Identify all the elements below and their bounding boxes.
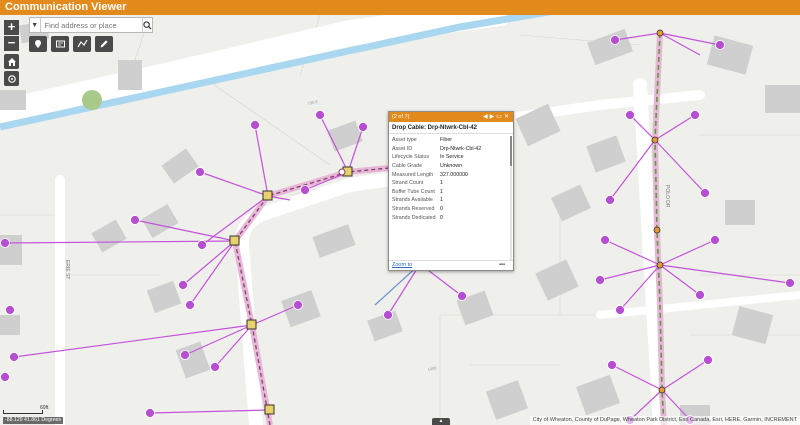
collapse-panel-button[interactable]: ▲ xyxy=(432,418,450,425)
layers-tool-button[interactable] xyxy=(51,36,69,52)
scale-label: 60ft xyxy=(40,405,49,411)
trace-tool-button[interactable] xyxy=(73,36,91,52)
popup-scrollbar[interactable] xyxy=(510,136,512,260)
attribute-value: Fiber xyxy=(440,137,453,144)
attribute-row: Strands Dedicated 0 xyxy=(392,213,508,222)
app-title-bar: Communication Viewer xyxy=(0,0,800,15)
street-label-a: 730 E xyxy=(307,99,319,106)
attribute-value: Drp-Ntwrk-Cbl-42 xyxy=(440,145,482,152)
locate-button[interactable] xyxy=(4,71,19,86)
attribute-row: Strand Count 1 xyxy=(392,179,508,188)
chevron-down-icon: ▼ xyxy=(31,21,39,29)
zoom-in-button[interactable]: + xyxy=(4,20,19,35)
attribute-row: Asset ID Drp-Ntwrk-Cbl-42 xyxy=(392,145,508,154)
attribute-value: 1 xyxy=(440,197,443,204)
attribute-key: Strands Dedicated xyxy=(392,214,436,221)
pencil-icon xyxy=(100,40,108,48)
trace-icon xyxy=(76,39,88,48)
attribute-value: 0 xyxy=(440,206,443,213)
street-label-b: 1406 xyxy=(427,365,438,372)
attribute-key: Strand Count xyxy=(392,180,424,187)
dock-icon[interactable]: ▭ xyxy=(496,114,504,120)
attribute-value: In Service xyxy=(440,154,464,161)
street-label-polo: POLO DR xyxy=(664,185,670,208)
home-icon xyxy=(7,57,16,66)
attribute-key: Asset type xyxy=(392,137,417,144)
popup-title: Drop Cable: Drp-Ntwrk-Cbl-42 xyxy=(389,122,513,134)
pin-icon xyxy=(35,40,41,48)
zoom-to-link[interactable]: Zoom to xyxy=(392,262,412,268)
attribute-value: 1 xyxy=(440,180,443,187)
more-actions-icon[interactable]: ••• xyxy=(499,261,505,270)
locate-icon xyxy=(7,74,16,83)
attribute-row: Strands Available 1 xyxy=(392,196,508,205)
scale-bar xyxy=(3,410,43,414)
attribute-key: Buffer Tube Count xyxy=(392,188,435,195)
attribute-key: Strands Available xyxy=(392,197,433,204)
popup-footer: Zoom to ••• xyxy=(389,260,513,270)
search-bar: ▼ xyxy=(29,17,153,33)
zoom-out-button[interactable]: − xyxy=(4,36,19,51)
attribute-key: Measured Length xyxy=(392,171,434,178)
popup-counter: (2 of 7) xyxy=(392,114,410,120)
attribute-row: Lifecycle Status In Service xyxy=(392,153,508,162)
draw-tool-button[interactable] xyxy=(95,36,113,52)
attribute-key: Strands Reserved xyxy=(392,206,435,213)
attribute-key: Lifecycle Status xyxy=(392,154,430,161)
attribution: City of Wheaton, County of DuPage, Wheat… xyxy=(529,416,800,425)
home-button[interactable] xyxy=(4,54,19,69)
attribute-value: 0 xyxy=(440,214,443,221)
attribute-row: Strands Reserved 0 xyxy=(392,205,508,214)
coordinate-readout: -88.129 41.861 Degrees xyxy=(3,417,63,424)
search-icon xyxy=(143,20,152,30)
prev-feature-icon[interactable]: ◀ xyxy=(483,114,490,120)
street-label-erie: ERIE ST xyxy=(64,260,70,279)
map-view[interactable]: ERIE ST POLO DR 730 E 1406 + − ▼ (2 of 7… xyxy=(0,15,800,425)
attribute-table: Asset type Fiber Asset ID Drp-Ntwrk-Cbl-42 L… xyxy=(392,136,508,222)
feature-popup: (2 of 7) ◀▶▭✕ Drop Cable: Drp-Ntwrk-Cbl-… xyxy=(388,111,514,271)
search-input[interactable] xyxy=(40,19,142,31)
attribute-row: Asset type Fiber xyxy=(392,136,508,145)
attribute-key: Cable Grade xyxy=(392,163,423,170)
attribute-value: 1 xyxy=(440,188,443,195)
search-source-dropdown[interactable]: ▼ xyxy=(30,18,41,32)
selected-drop-node xyxy=(338,168,346,176)
attribute-value: 327.000000 xyxy=(440,171,468,178)
attribute-row: Measured Length 327.000000 xyxy=(392,170,508,179)
app-title: Communication Viewer xyxy=(5,1,127,13)
attribute-value: Unknown xyxy=(440,163,463,170)
attribute-row: Cable Grade Unknown xyxy=(392,162,508,171)
layers-icon xyxy=(55,40,65,48)
popup-header: (2 of 7) ◀▶▭✕ xyxy=(389,112,513,122)
attribute-row: Buffer Tube Count 1 xyxy=(392,188,508,197)
attribute-key: Asset ID xyxy=(392,145,413,152)
measure-tool-button[interactable] xyxy=(29,36,47,52)
close-icon[interactable]: ✕ xyxy=(504,114,511,120)
search-button[interactable] xyxy=(141,18,153,32)
